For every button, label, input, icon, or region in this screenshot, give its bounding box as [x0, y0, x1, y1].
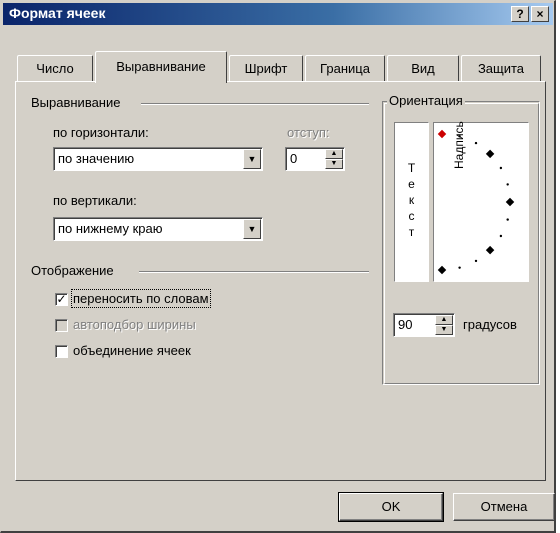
indent-spinner[interactable]: 0 ▲ ▼ [285, 147, 345, 171]
dial-major-tick [437, 265, 447, 275]
dial-minor-tick [474, 259, 478, 263]
merge-cells-checkbox[interactable] [55, 345, 68, 358]
dial-major-tick [485, 149, 495, 159]
orientation-dial-text: Надпись [452, 121, 466, 169]
dial-major-tick [505, 197, 515, 207]
tab-view[interactable]: Вид [387, 55, 459, 81]
orientation-group-label: Ориентация [387, 93, 465, 108]
tab-border[interactable]: Граница [305, 55, 385, 81]
wrap-text-checkbox[interactable]: ✓ [55, 293, 68, 306]
chevron-down-icon[interactable]: ▼ [243, 149, 261, 169]
tab-font[interactable]: Шрифт [229, 55, 303, 81]
orientation-dial[interactable]: Надпись [433, 121, 529, 282]
dial-minor-tick [474, 141, 478, 145]
vertical-text-letter: т [408, 225, 415, 239]
orientation-dial-graphic [437, 129, 515, 275]
spin-down-icon[interactable]: ▼ [435, 325, 453, 335]
display-group-line [139, 271, 369, 273]
dial-major-tick [485, 245, 495, 255]
tab-number[interactable]: Число [17, 55, 93, 81]
vertical-select[interactable]: по нижнему краю ▼ [53, 217, 263, 241]
tab-alignment[interactable]: Выравнивание [95, 51, 227, 83]
help-button[interactable]: ? [511, 6, 529, 22]
horizontal-select[interactable]: по значению ▼ [53, 147, 263, 171]
spin-down-icon[interactable]: ▼ [325, 159, 343, 169]
vertical-text-letter: Т [407, 161, 416, 175]
dial-minor-tick [499, 234, 503, 238]
title-bar: Формат ячеек ? × [3, 3, 553, 25]
spin-up-icon[interactable]: ▲ [325, 149, 343, 159]
display-group-label: Отображение [31, 263, 114, 278]
ok-button[interactable]: OK [338, 492, 444, 522]
spin-up-icon[interactable]: ▲ [435, 315, 453, 325]
wrap-text-label[interactable]: переносить по словам [71, 289, 211, 308]
autofit-checkbox[interactable] [55, 319, 68, 332]
vertical-text-button[interactable]: Т е к с т [394, 122, 429, 282]
tab-protection[interactable]: Защита [461, 55, 541, 81]
alignment-group-line [141, 103, 369, 105]
window-title: Формат ячеек [9, 5, 106, 21]
dial-minor-tick [506, 183, 509, 186]
dial-major-tick [437, 129, 447, 139]
degrees-spinner[interactable]: 90 ▲ ▼ [393, 313, 455, 337]
autofit-label: автоподбор ширины [73, 317, 196, 332]
vertical-text-letter: к [408, 193, 415, 207]
cancel-button[interactable]: Отмена [453, 493, 555, 521]
horizontal-label: по горизонтали: [53, 125, 149, 140]
vertical-text-letter: е [408, 177, 415, 191]
dial-minor-tick [506, 218, 509, 221]
dial-minor-tick [458, 266, 461, 269]
close-button[interactable]: × [531, 6, 549, 22]
chevron-down-icon[interactable]: ▼ [243, 219, 261, 239]
degrees-label: градусов [463, 317, 517, 332]
vertical-text-letter: с [408, 209, 415, 223]
alignment-group-label: Выравнивание [31, 95, 121, 110]
horizontal-select-value: по значению [58, 151, 135, 166]
merge-cells-label[interactable]: объединение ячеек [73, 343, 191, 358]
vertical-label: по вертикали: [53, 193, 137, 208]
dial-minor-tick [499, 166, 503, 170]
vertical-select-value: по нижнему краю [58, 221, 163, 236]
format-cells-dialog: Формат ячеек ? × Число Выравнивание Шриф… [0, 0, 556, 533]
degrees-value: 90 [398, 317, 413, 332]
indent-value: 0 [290, 151, 298, 166]
indent-label: отступ: [287, 125, 330, 140]
